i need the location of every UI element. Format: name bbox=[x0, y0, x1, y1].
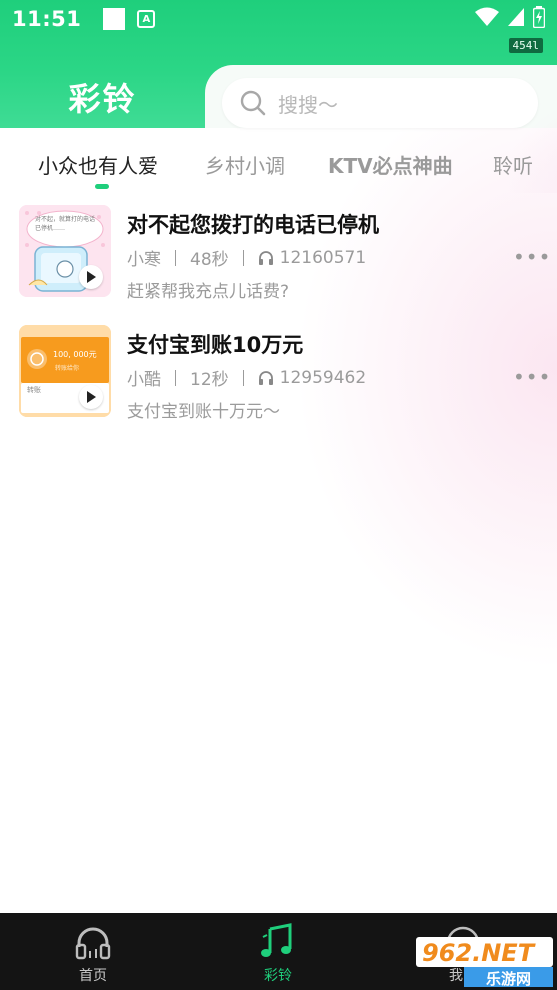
play-button[interactable] bbox=[79, 385, 103, 409]
tab-0[interactable]: 小众也有人爱 bbox=[38, 150, 158, 179]
battery-icon bbox=[533, 6, 545, 28]
nav-label-ringtone: 彩铃 bbox=[264, 968, 292, 984]
item-description: 赶紧帮我充点儿话费? bbox=[127, 282, 290, 302]
divider bbox=[242, 369, 244, 386]
thumb-amount-text: 100, 000元 bbox=[53, 350, 97, 359]
list-item[interactable]: 100, 000元 转账给你 转账 支付宝到账10万元 小酷 12秒 12959… bbox=[0, 325, 557, 435]
thumb-btn-text: 转账 bbox=[27, 386, 41, 394]
item-title: 支付宝到账10万元 bbox=[127, 333, 304, 357]
watermark-brand: 962.NET bbox=[422, 939, 535, 967]
notification-a-icon: A bbox=[137, 10, 156, 28]
play-button[interactable] bbox=[79, 265, 103, 289]
divider bbox=[175, 249, 176, 266]
item-plays: 12160571 bbox=[279, 247, 367, 268]
nav-label-home: 首页 bbox=[79, 968, 107, 984]
signal-icon bbox=[508, 8, 524, 26]
play-icon bbox=[87, 391, 96, 403]
category-tabs: 小众也有人爱 乡村小调 KTV必点神曲 聆听 bbox=[0, 150, 557, 190]
item-meta: 小酷 12秒 12959462 bbox=[127, 365, 367, 391]
headphones-icon bbox=[258, 250, 273, 265]
more-options-icon[interactable]: ••• bbox=[513, 365, 551, 389]
wifi-icon bbox=[475, 7, 499, 26]
divider bbox=[175, 369, 176, 386]
page-title-tab: 彩铃 bbox=[0, 65, 205, 128]
nav-home[interactable]: 首页 bbox=[33, 913, 153, 990]
item-meta: 小寒 48秒 12160571 bbox=[127, 245, 367, 271]
item-duration: 12秒 bbox=[190, 370, 229, 390]
item-thumbnail[interactable]: 对不起，就算打的电话已停机…… bbox=[19, 205, 111, 297]
item-plays: 12959462 bbox=[279, 367, 367, 388]
active-tab-indicator bbox=[95, 184, 109, 189]
watermark-sub: 乐游网 bbox=[486, 970, 532, 988]
item-duration: 48秒 bbox=[190, 250, 229, 270]
thumb-sub-text: 转账给你 bbox=[55, 365, 80, 372]
item-author: 小寒 bbox=[127, 250, 161, 270]
tab-1[interactable]: 乡村小调 bbox=[205, 150, 285, 179]
tab-3[interactable]: 聆听 bbox=[493, 150, 533, 179]
watermark-logo: 962.NET 乐游网 bbox=[416, 937, 553, 988]
search-input[interactable]: 搜搜～ bbox=[222, 78, 538, 128]
headphones-icon bbox=[258, 370, 273, 385]
status-bar: 11:51 A bbox=[0, 0, 557, 38]
divider bbox=[242, 249, 244, 266]
music-note-icon bbox=[261, 923, 292, 957]
status-icons bbox=[475, 6, 545, 28]
more-options-icon[interactable]: ••• bbox=[513, 245, 551, 269]
status-time: 11:51 bbox=[12, 7, 82, 31]
list-item[interactable]: 对不起，就算打的电话已停机…… 对不起您拨打的电话已停机 小寒 48秒 1216… bbox=[0, 205, 557, 315]
notification-square-icon bbox=[103, 8, 126, 30]
item-title: 对不起您拨打的电话已停机 bbox=[127, 213, 379, 237]
tab-2[interactable]: KTV必点神曲 bbox=[328, 150, 453, 179]
page-title: 彩铃 bbox=[68, 79, 137, 118]
play-icon bbox=[87, 271, 96, 283]
thumb-bubble-text: 对不起，就算打的电话已停机…… bbox=[35, 216, 96, 232]
nav-ringtone[interactable]: 彩铃 bbox=[218, 913, 338, 990]
network-speed-badge: 454l bbox=[508, 38, 543, 53]
item-description: 支付宝到账十万元～ bbox=[127, 402, 280, 422]
item-thumbnail[interactable]: 100, 000元 转账给你 转账 bbox=[19, 325, 111, 417]
item-author: 小酷 bbox=[127, 370, 161, 390]
headphones-icon bbox=[75, 927, 111, 960]
search-icon bbox=[240, 90, 266, 116]
search-placeholder: 搜搜～ bbox=[278, 92, 338, 117]
